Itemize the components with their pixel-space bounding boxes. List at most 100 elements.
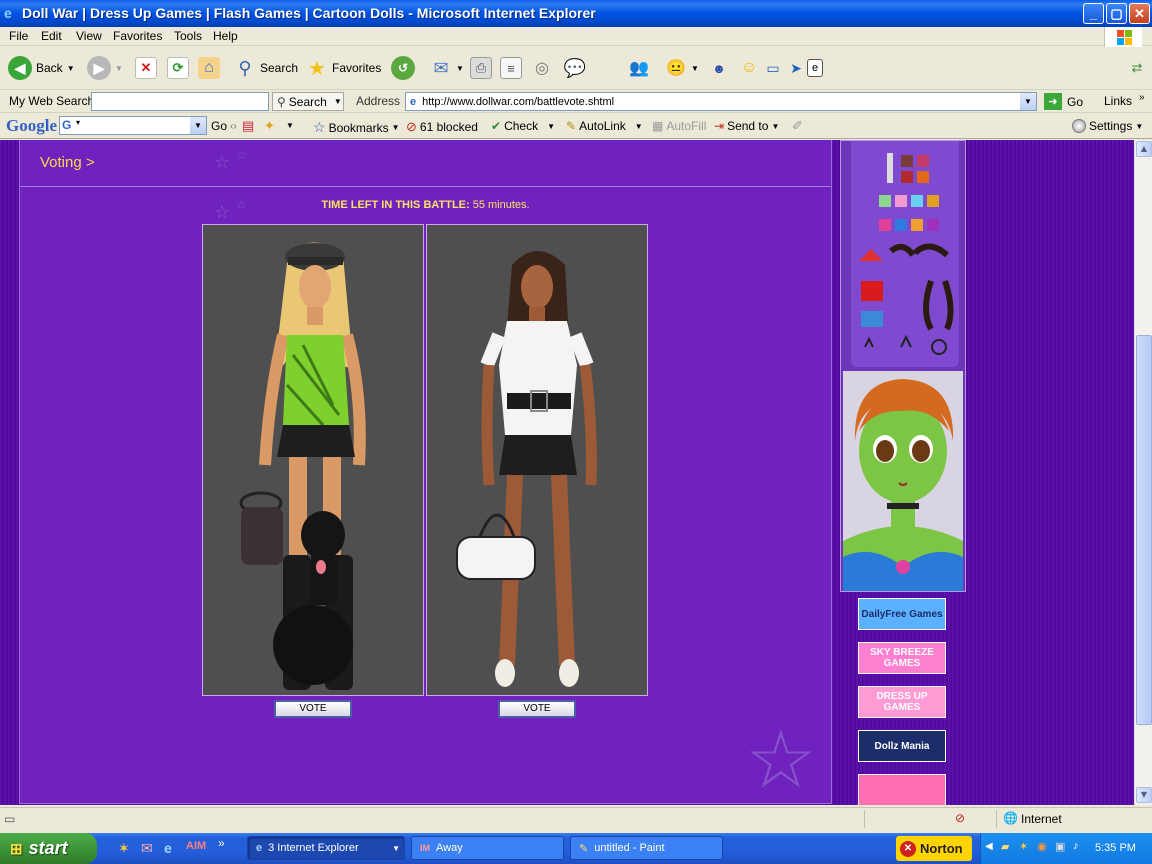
tray-network-icon[interactable]: ▣ xyxy=(1055,840,1065,853)
menu-view[interactable]: View xyxy=(76,29,102,43)
popup-blocker-button[interactable]: ⊘ 61 blocked xyxy=(406,119,478,135)
tray-expand-icon[interactable]: ◀ xyxy=(985,841,993,852)
minimize-button[interactable]: _ xyxy=(1083,3,1104,24)
discuss-button[interactable]: 💬 xyxy=(564,55,586,81)
maximize-button[interactable]: ▢ xyxy=(1106,3,1127,24)
google-toolbar: Google G ▾ ▼ Go ‹› ▤ ✦ ▼ ☆ Bookmarks ▼ ⊘… xyxy=(0,114,1152,139)
my-web-search-button[interactable]: ⚲ Search ▼ xyxy=(272,92,344,111)
clock[interactable]: 5:35 PM xyxy=(1095,842,1136,854)
tray-volume-icon[interactable]: ♪ xyxy=(1073,840,1079,852)
google-go-button[interactable]: Go ‹› xyxy=(211,119,237,133)
webfetti-button[interactable]: ☻ xyxy=(708,55,730,81)
sendto-button[interactable]: ⇥ Send to ▼ xyxy=(714,119,779,133)
windows-logo-icon: ⊞ xyxy=(10,840,23,858)
cursor-button[interactable]: ➤ xyxy=(785,55,807,81)
menu-tools[interactable]: Tools xyxy=(174,29,202,43)
forward-dropdown-icon[interactable]: ▼ xyxy=(115,64,123,73)
page-status-icon: ▭ xyxy=(4,812,16,826)
sendto-label: Send to xyxy=(727,119,769,133)
mail-button[interactable]: ✉ ▼ xyxy=(430,55,464,81)
doll-face-image xyxy=(843,371,963,591)
quicklaunch-aim-icon[interactable]: ✶ xyxy=(118,840,130,857)
history-button[interactable]: ↺ xyxy=(391,55,415,81)
scroll-up-icon[interactable]: ▲ xyxy=(1136,141,1152,157)
search-button[interactable]: ⚲ Search xyxy=(234,55,298,81)
banner-daily-free-games[interactable]: DailyFree Games xyxy=(858,598,946,630)
doll-entry-right xyxy=(426,224,648,696)
research-button[interactable]: ◎ xyxy=(531,55,553,81)
task-internet-explorer[interactable]: e 3 Internet Explorer ▼ xyxy=(247,836,405,860)
print-button[interactable]: ⎙ xyxy=(470,55,492,81)
vertical-scrollbar[interactable]: ▲ ▼ xyxy=(1134,140,1152,805)
menu-edit[interactable]: Edit xyxy=(41,29,62,43)
start-button[interactable]: ⊞ start xyxy=(0,833,97,864)
monitor-button[interactable]: ▭ xyxy=(762,55,784,81)
back-button[interactable]: ◀ Back ▼ xyxy=(8,55,75,81)
pagerank-icon[interactable]: ✦ xyxy=(264,118,275,134)
voting-title[interactable]: Voting > xyxy=(40,154,95,171)
scroll-thumb[interactable] xyxy=(1136,335,1152,725)
refresh-button[interactable]: ⟳ xyxy=(167,55,189,81)
news-icon[interactable]: ▤ xyxy=(242,118,254,134)
bookmarks-button[interactable]: ☆ Bookmarks ▼ xyxy=(313,119,400,136)
forward-button[interactable]: ▶ ▼ xyxy=(87,55,123,81)
links-chevron-icon[interactable]: » xyxy=(1139,92,1145,103)
search-dropdown-icon[interactable]: ▼ xyxy=(334,97,342,106)
vote-left-button[interactable]: VOTE xyxy=(274,700,352,718)
ie-page-button[interactable]: e xyxy=(807,55,823,81)
quicklaunch-aim-logo-icon[interactable]: AIM xyxy=(186,840,206,852)
go-button[interactable]: ➜ Go xyxy=(1044,93,1083,110)
task-group-arrow-icon: ▼ xyxy=(392,843,400,853)
spellcheck-button[interactable]: ✔ Check ▼ xyxy=(491,119,555,133)
task-away[interactable]: IM Away xyxy=(411,836,564,860)
address-dropdown-icon[interactable]: ▼ xyxy=(1020,93,1036,110)
home-button[interactable]: ⌂ xyxy=(198,55,220,81)
banner-dollz-mania[interactable]: Dollz Mania xyxy=(858,730,946,762)
pagerank-dropdown-icon[interactable]: ▼ xyxy=(286,121,294,130)
close-button[interactable]: ✕ xyxy=(1129,3,1150,24)
address-toolbar: My Web Search ⚲ Search ▼ Address e http:… xyxy=(0,91,1152,113)
autofill-button[interactable]: ▦ AutoFill xyxy=(652,119,706,133)
edit-button[interactable]: ≡ xyxy=(500,55,522,81)
google-search-input[interactable]: G ▾ ▼ xyxy=(59,116,207,135)
stop-button[interactable]: ✕ xyxy=(135,55,157,81)
norton-button[interactable]: ✕ Norton xyxy=(896,836,972,861)
my-web-search-input[interactable] xyxy=(91,92,269,111)
task-paint[interactable]: ✎ untitled - Paint xyxy=(570,836,723,860)
banner-dress-up-games[interactable]: DRESS UP GAMES xyxy=(858,686,946,718)
emoticon-button[interactable]: ☺ xyxy=(738,55,760,81)
voting-panel: Voting > ☆ ☆ ☆ ☆ TIME LEFT IN THIS BATTL… xyxy=(19,140,832,804)
address-input[interactable]: e http://www.dollwar.com/battlevote.shtm… xyxy=(405,92,1037,111)
google-search-dropdown-icon[interactable]: ▼ xyxy=(190,117,206,134)
palette-swatches-image xyxy=(859,153,954,355)
tray-security-icon[interactable]: ◉ xyxy=(1037,840,1047,853)
google-g-dropdown-icon[interactable]: ▾ xyxy=(76,118,80,127)
tray-folder-icon[interactable]: ▰ xyxy=(1001,840,1009,853)
menu-file[interactable]: File xyxy=(9,29,28,43)
links-button[interactable]: Links xyxy=(1104,94,1132,108)
mail-dropdown-icon[interactable]: ▼ xyxy=(456,64,464,73)
tray-aim-icon[interactable]: ✶ xyxy=(1019,840,1028,853)
highlighter-icon[interactable]: ✐ xyxy=(792,118,803,134)
quicklaunch-ie-icon[interactable]: e xyxy=(164,840,172,856)
scroll-down-icon[interactable]: ▼ xyxy=(1136,787,1152,803)
smiley-button[interactable]: 😐 ▼ xyxy=(665,55,699,81)
autolink-button[interactable]: ✎ AutoLink ▼ xyxy=(566,119,643,133)
favorites-button[interactable]: ★ Favorites xyxy=(306,55,381,81)
quicklaunch-more-icon[interactable]: » xyxy=(218,836,225,850)
banner-game-partner[interactable] xyxy=(858,774,946,805)
messenger-button[interactable]: 👥 xyxy=(628,55,650,81)
menu-favorites[interactable]: Favorites xyxy=(113,29,162,43)
window-title-bar[interactable]: e Doll War | Dress Up Games | Flash Game… xyxy=(0,0,1152,27)
aim-away-icon: IM xyxy=(420,843,430,853)
banner-sky-breeze-games[interactable]: SKY BREEZE GAMES xyxy=(858,642,946,674)
back-dropdown-icon[interactable]: ▼ xyxy=(67,64,75,73)
vote-right-button[interactable]: VOTE xyxy=(498,700,576,718)
quicklaunch-mail-icon[interactable]: ✉ xyxy=(141,840,153,857)
settings-button[interactable]: Settings ▼ xyxy=(1072,119,1143,133)
toolbar-options-button[interactable]: ⇄ xyxy=(1126,55,1148,81)
popup-blocked-status-icon[interactable]: ⊘ xyxy=(955,811,965,825)
google-logo[interactable]: Google xyxy=(6,116,57,136)
menu-help[interactable]: Help xyxy=(213,29,238,43)
smiley-dropdown-icon[interactable]: ▼ xyxy=(691,64,699,73)
